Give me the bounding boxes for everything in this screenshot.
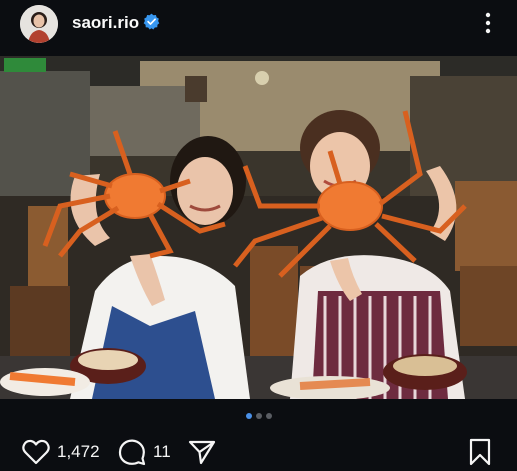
share-action — [188, 438, 216, 466]
vertical-ellipsis-icon[interactable] — [480, 10, 496, 36]
bookmark-icon[interactable] — [468, 438, 492, 466]
profile-username[interactable]: saori.rio — [72, 13, 139, 33]
comments-count[interactable]: 11 — [153, 442, 171, 462]
likes-count[interactable]: 1,472 — [57, 442, 100, 462]
carousel-dot — [265, 413, 272, 419]
post-image[interactable] — [0, 56, 517, 399]
comment-action: 11 — [118, 438, 171, 466]
photo-two-women-holding-crabs — [0, 56, 517, 399]
heart-icon[interactable] — [22, 439, 50, 465]
post-header: saori.rio — [0, 0, 517, 46]
carousel-dot — [255, 413, 262, 419]
paper-plane-icon[interactable] — [188, 439, 216, 465]
carousel-indicator — [0, 413, 517, 421]
save-action — [468, 438, 492, 466]
comment-bubble-icon[interactable] — [118, 438, 146, 466]
post-actions: 1,472 11 — [0, 434, 517, 470]
profile-avatar[interactable] — [20, 5, 58, 43]
verified-badge-icon — [143, 13, 160, 30]
carousel-dot-active — [245, 413, 252, 419]
like-action: 1,472 — [22, 438, 100, 466]
avatar-image — [20, 5, 58, 43]
